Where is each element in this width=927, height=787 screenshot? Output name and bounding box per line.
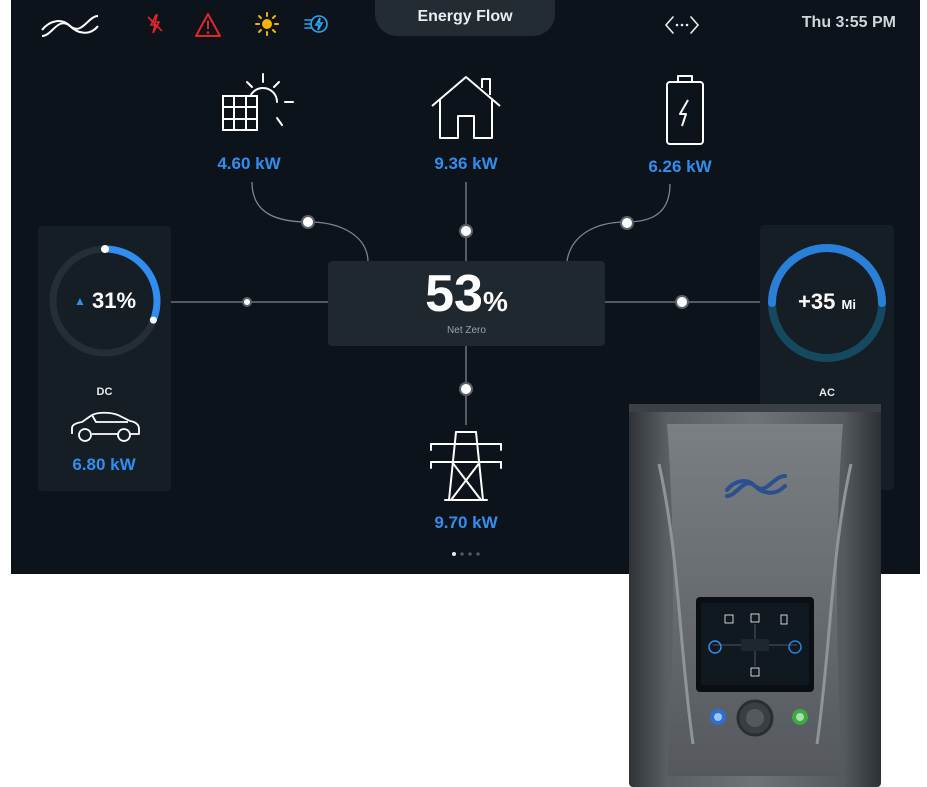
battery-flow-node xyxy=(620,216,634,230)
page-dot-4 xyxy=(476,552,480,556)
battery-flow-line xyxy=(566,183,671,262)
page-indicator[interactable] xyxy=(451,550,481,558)
page-dot-3 xyxy=(468,552,472,556)
up-arrow-icon: ▲ xyxy=(73,294,86,308)
ac-range-text: +35 Mi xyxy=(798,289,856,314)
grid-power-value: 9.70 kW xyxy=(434,513,498,532)
home-flow-node xyxy=(459,224,473,238)
ac-flow-node xyxy=(675,295,689,309)
grid-flow-node xyxy=(459,382,473,396)
net-zero-percent: 53% xyxy=(425,265,508,323)
charger-device-image xyxy=(629,404,881,787)
dc-panel[interactable]: ▲ 31% DC 6.80 kW xyxy=(38,226,171,491)
home-power-value: 9.36 kW xyxy=(434,154,498,173)
solar-power-value: 4.60 kW xyxy=(217,154,281,173)
dc-flow-node xyxy=(242,297,252,307)
page-dot-2 xyxy=(460,552,464,556)
home-icon xyxy=(431,76,501,139)
car-icon xyxy=(71,411,140,442)
battery-power-value: 6.26 kW xyxy=(648,157,712,176)
net-zero-card: 53% Net Zero xyxy=(328,261,605,346)
dc-label: DC xyxy=(96,386,113,398)
dc-charge-text: ▲ 31% xyxy=(73,288,137,313)
dc-power-value: 6.80 kW xyxy=(72,455,136,474)
ac-label: AC xyxy=(819,387,835,399)
page-dot-1 xyxy=(452,552,456,556)
grid-tower-icon xyxy=(430,431,502,501)
solar-panel-icon xyxy=(222,73,294,131)
solar-flow-node xyxy=(301,215,315,229)
battery-icon xyxy=(666,75,704,145)
net-zero-label: Net Zero xyxy=(447,325,486,336)
